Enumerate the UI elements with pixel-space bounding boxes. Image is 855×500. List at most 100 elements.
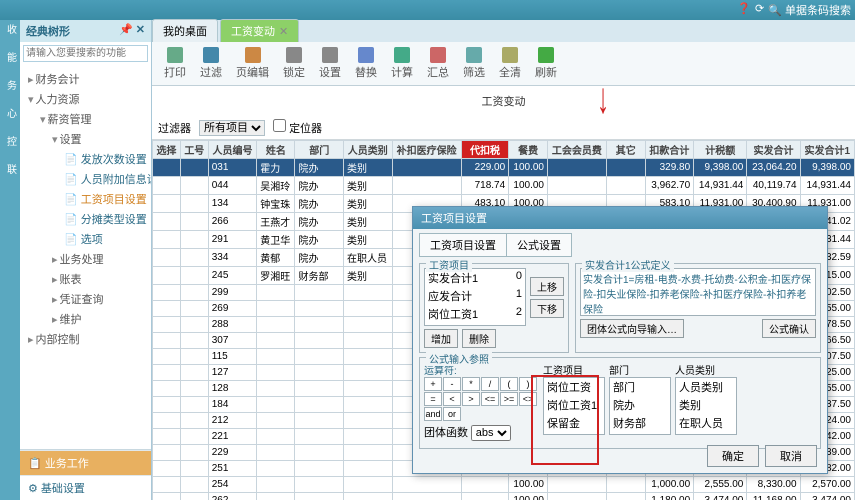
toolbar-页编辑[interactable]: 页编辑 [230,45,275,82]
op-button[interactable]: < [443,392,461,406]
tree-node[interactable]: 📄 分摊类型设置 [22,209,149,229]
op-button[interactable]: > [462,392,480,406]
toolbar-全清[interactable]: 全清 [493,45,527,82]
func-select[interactable]: abs [471,425,511,441]
col-header[interactable]: 餐费 [509,141,548,159]
tree-node[interactable]: 📄 选项 [22,229,149,249]
col-header[interactable]: 选择 [153,141,181,159]
tree-node[interactable]: 📄 工资项目设置 [22,189,149,209]
col-header[interactable]: 部门 [295,141,344,159]
rail-item[interactable]: 务 [3,80,18,90]
move-down-button[interactable]: 下移 [530,299,564,318]
salary-items-list[interactable]: 岗位工资岗位工资1保留金应发合计实发总额应发总额扣款合计 [543,377,605,435]
tree-node[interactable]: ▸凭证查询 [22,289,149,309]
func-label: 团体函数 [424,427,468,439]
doc-tab[interactable]: 工资变动✕ [220,19,299,42]
tree-node[interactable]: ▸财务会计 [22,69,149,89]
op-button[interactable]: and [424,407,442,421]
col-header[interactable]: 其它 [606,141,645,159]
col-header[interactable]: 工号 [180,141,208,159]
toolbar-替换[interactable]: 替换 [349,45,383,82]
items-listbox[interactable]: 实发合计1 0应发合计 1岗位工资1 2保留金 3实发总额 4应发总额 5扣款合… [424,268,526,326]
doc-tab[interactable]: 我的桌面 [152,19,218,42]
toolbar-过滤[interactable]: 过滤 [194,45,228,82]
category-list[interactable]: 人员类别类别在职人员离退人员部门长临时工 [675,377,737,435]
ok-button[interactable]: 确定 [707,445,759,467]
toolbar-计算[interactable]: 计算 [385,45,419,82]
toolbar-汇总[interactable]: 汇总 [421,45,455,82]
locator-check[interactable]: 定位器 [273,119,322,136]
col-header[interactable]: 人员编号 [208,141,257,159]
tree-node[interactable]: ▾设置 [22,129,149,149]
toolbar-设置[interactable]: 设置 [313,45,347,82]
batch-formula-button[interactable]: 团体公式向导输入… [580,319,684,338]
tree-node[interactable]: ▸维护 [22,309,149,329]
op-button[interactable]: >= [500,392,518,406]
col-header[interactable]: 实发合计 [747,141,800,159]
refresh-icon[interactable]: ⟳ [755,2,764,18]
col-header[interactable]: 姓名 [257,141,295,159]
tree-node[interactable]: ▸账表 [22,269,149,289]
op-button[interactable]: + [424,377,442,391]
col-header[interactable]: 计税额 [694,141,747,159]
col-header[interactable]: 工会会员费 [547,141,606,159]
formula-display: 实发合计1=房租-电费-水费-托幼费-公积金-扣医疗保险-扣失业保险-扣养老保险… [580,268,816,316]
sidebar-search-input[interactable] [23,45,148,62]
op-button[interactable]: ) [519,377,537,391]
tree-node[interactable]: ▾薪资管理 [22,109,149,129]
formula-legend: 实发合计1公式定义 [582,257,674,272]
rail-item[interactable]: 心 [3,108,18,118]
rail-item[interactable]: 控 [3,136,18,146]
rail-item[interactable]: 能 [3,52,18,62]
dept-list[interactable]: 部门院办财务部技术中心组织部人事处纪检办 [609,377,671,435]
toolbar-锁定[interactable]: 锁定 [277,45,311,82]
search-top[interactable]: 🔍 单据条码搜索 [768,2,851,18]
salary-item-dialog: 工资项目设置 工资项目设置 公式设置 工资项目 实发合计1 0应发合计 1岗位工… [412,206,828,474]
dlg-tab-items[interactable]: 工资项目设置 [419,233,506,257]
sidebar: 经典树形 📌 ✕ ▸财务会计▾人力资源▾薪资管理▾设置📄 发放次数设置📄 人员附… [20,20,152,500]
table-row[interactable]: 262100.001,180.003,474.0011,168.003,474.… [153,493,855,500]
confirm-formula-button[interactable]: 公式确认 [762,319,816,338]
tree-node[interactable]: 📄 发放次数设置 [22,149,149,169]
dialog-title: 工资项目设置 [413,207,827,229]
help-icon[interactable]: ❓ [737,2,751,18]
col-header[interactable]: 扣款合计 [645,141,694,159]
sidebar-pin-icon[interactable]: 📌 ✕ [119,23,145,39]
toolbar-刷新[interactable]: 刷新 [529,45,563,82]
cancel-button[interactable]: 取消 [765,445,817,467]
op-button[interactable]: <= [481,392,499,406]
toolbar-打印[interactable]: 打印 [158,45,192,82]
op-button[interactable]: = [424,392,442,406]
col-header[interactable]: 补扣医疗保险 [392,141,461,159]
table-row[interactable]: 031霍力院办类别229.00100.00329.809,398.0023,06… [153,159,855,177]
rail-item[interactable]: 联 [3,164,18,174]
footer-tab-work[interactable]: 📋 业务工作 [20,450,151,475]
dlg-tab-formula[interactable]: 公式设置 [506,233,572,257]
op-button[interactable]: <> [519,392,537,406]
tree-node[interactable]: ▾人力资源 [22,89,149,109]
add-button[interactable]: 增加 [424,329,458,348]
move-up-button[interactable]: 上移 [530,277,564,296]
op-button[interactable]: / [481,377,499,391]
op-button[interactable]: * [462,377,480,391]
op-button[interactable]: ( [500,377,518,391]
table-row[interactable]: 254100.001,000.002,555.008,330.002,570.0… [153,477,855,493]
footer-tab-base[interactable]: ⚙ 基础设置 [20,475,151,500]
col-header[interactable]: 代扣税 [461,141,508,159]
doc-tabs: 我的桌面工资变动✕ [152,20,855,42]
operator-pad: +-*/()=<><=>=<>andor [424,377,537,421]
left-rail: 收 能 务 心 控 联 [0,20,20,500]
op-button[interactable]: - [443,377,461,391]
delete-button[interactable]: 删除 [462,329,496,348]
filter-select[interactable]: 所有项目 [199,120,265,136]
col-header[interactable]: 实发合计1 [800,141,854,159]
op-button[interactable]: or [443,407,461,421]
tree-node[interactable]: ▸业务处理 [22,249,149,269]
col-header[interactable]: 人员类别 [344,141,393,159]
tree-node[interactable]: 📄 人员附加信息设置 [22,169,149,189]
table-row[interactable]: 044吴湘玲院办类别718.74100.003,962.7014,931.444… [153,177,855,195]
rail-item[interactable]: 收 [3,24,18,34]
tree-node[interactable]: ▸内部控制 [22,329,149,349]
toolbar-筛选[interactable]: 筛选 [457,45,491,82]
annotation-arrow: ↓ [597,75,609,125]
